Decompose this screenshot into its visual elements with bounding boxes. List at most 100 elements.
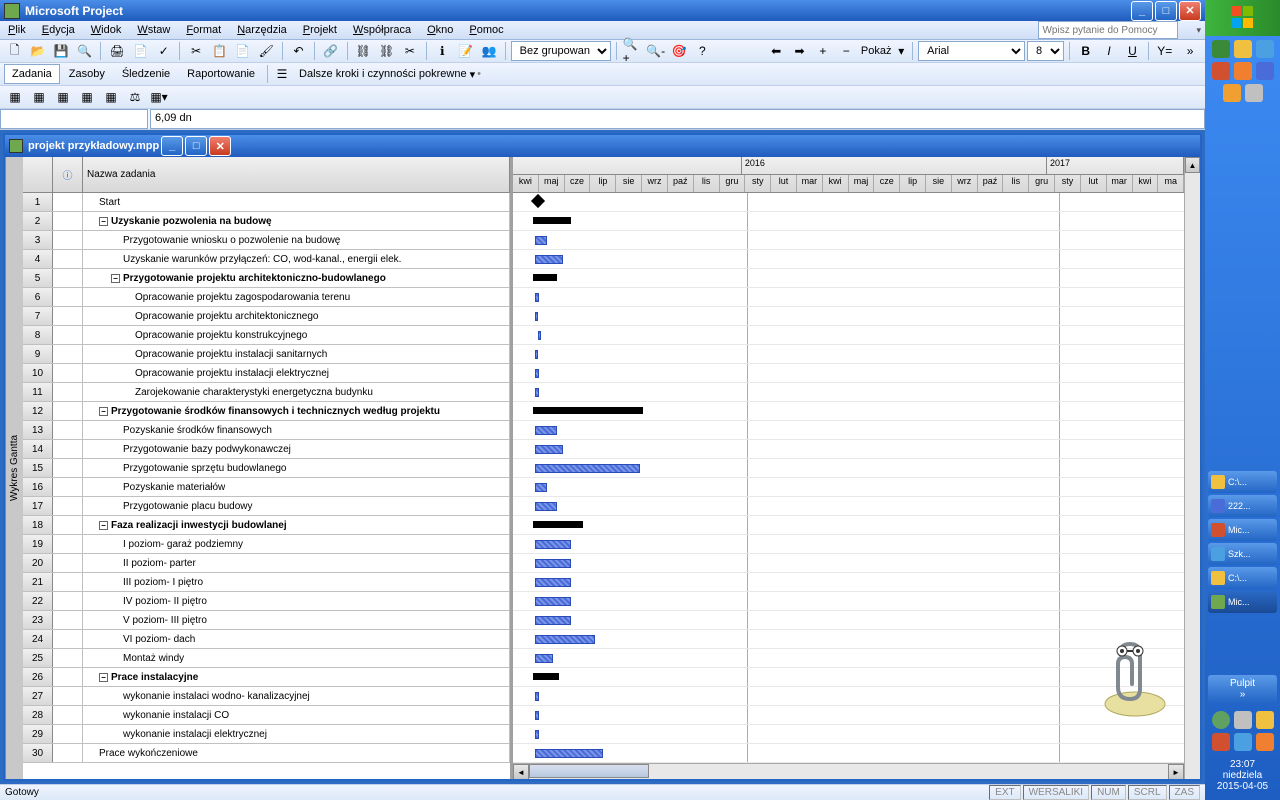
help-button[interactable]: ? — [692, 40, 713, 62]
indicator-cell[interactable] — [53, 231, 83, 249]
indicator-cell[interactable] — [53, 554, 83, 572]
table-row[interactable]: 9Opracowanie projektu instalacji sanitar… — [23, 345, 510, 364]
hide-subtasks-button[interactable]: − — [836, 40, 857, 62]
table-row[interactable]: 21III poziom- I piętro — [23, 573, 510, 592]
gantt-row[interactable] — [513, 744, 1184, 763]
header-indicator[interactable]: ⓘ — [53, 157, 83, 192]
gantt-row[interactable] — [513, 364, 1184, 383]
gantt-task-bar[interactable] — [535, 692, 539, 701]
gantt-row[interactable] — [513, 421, 1184, 440]
timescale-month[interactable]: lip — [900, 175, 926, 192]
task-name-cell[interactable]: wykonanie instalacji CO — [83, 706, 510, 724]
task-name-cell[interactable]: II poziom- parter — [83, 554, 510, 572]
doc-close-button[interactable]: ✕ — [209, 136, 231, 156]
timescale-month[interactable]: ma — [1158, 175, 1184, 192]
menu-narzędzia[interactable]: Narzędzia — [229, 21, 295, 39]
gantt-summary-bar[interactable] — [533, 217, 571, 224]
scroll-left-arrow[interactable]: ◄ — [513, 764, 529, 779]
task-name-cell[interactable]: Pozyskanie środków finansowych — [83, 421, 510, 439]
paste-button[interactable]: 📄 — [232, 40, 253, 62]
gantt-row[interactable] — [513, 725, 1184, 744]
outline-toggle-icon[interactable]: − — [99, 673, 108, 682]
link-tasks-button[interactable]: ⛓ — [353, 40, 374, 62]
taskbar-button[interactable]: C:\... — [1208, 471, 1277, 493]
row-number[interactable]: 20 — [23, 554, 53, 572]
outdent-button[interactable]: ⬅ — [765, 40, 786, 62]
gantt-task-bar[interactable] — [535, 597, 571, 606]
menu-współpraca[interactable]: Współpraca — [345, 21, 419, 39]
header-taskname[interactable]: Nazwa zadania — [83, 157, 510, 192]
timescale-year[interactable]: 2017 — [1047, 157, 1184, 174]
goto-task-button[interactable]: 🎯 — [668, 40, 689, 62]
table-row[interactable]: 26−Prace instalacyjne — [23, 668, 510, 687]
quicklaunch-icon[interactable] — [1212, 62, 1230, 80]
gantt-task-bar[interactable] — [535, 635, 595, 644]
table-row[interactable]: 16Pozyskanie materiałów — [23, 478, 510, 497]
office-assistant[interactable] — [1090, 639, 1170, 719]
help-search-input[interactable] — [1038, 21, 1178, 39]
gantt-row[interactable] — [513, 383, 1184, 402]
row-number[interactable]: 24 — [23, 630, 53, 648]
gantt-view-icon[interactable]: ▦ — [4, 86, 26, 108]
indicator-cell[interactable] — [53, 307, 83, 325]
bold-button[interactable]: B — [1075, 40, 1096, 62]
indicator-cell[interactable] — [53, 402, 83, 420]
gantt-row[interactable] — [513, 592, 1184, 611]
grouping-combo[interactable]: Bez grupowania — [511, 41, 611, 61]
indicator-cell[interactable] — [53, 611, 83, 629]
quicklaunch-icon[interactable] — [1234, 40, 1252, 58]
network-view-icon[interactable]: ▦ — [52, 86, 74, 108]
doc-minimize-button[interactable]: _ — [161, 136, 183, 156]
gantt-task-bar[interactable] — [535, 559, 571, 568]
task-name-cell[interactable]: Start — [83, 193, 510, 211]
menu-edycja[interactable]: Edycja — [34, 21, 83, 39]
gantt-task-bar[interactable] — [535, 730, 539, 739]
row-number[interactable]: 16 — [23, 478, 53, 496]
task-name-cell[interactable]: VI poziom- dach — [83, 630, 510, 648]
indicator-cell[interactable] — [53, 744, 83, 762]
table-row[interactable]: 17Przygotowanie placu budowy — [23, 497, 510, 516]
indicator-cell[interactable] — [53, 573, 83, 591]
indicator-cell[interactable] — [53, 364, 83, 382]
table-row[interactable]: 18−Faza realizacji inwestycji budowlanej — [23, 516, 510, 535]
preview-button[interactable]: 📄 — [130, 40, 151, 62]
cut-button[interactable]: ✂ — [185, 40, 206, 62]
split-task-button[interactable]: ✂ — [399, 40, 420, 62]
gantt-row[interactable] — [513, 516, 1184, 535]
tab-tracking[interactable]: Śledzenie — [114, 64, 178, 84]
timescale-month[interactable]: gru — [720, 175, 746, 192]
gantt-summary-bar[interactable] — [533, 673, 559, 680]
gantt-task-bar[interactable] — [535, 578, 571, 587]
timescale-month[interactable]: maj — [539, 175, 565, 192]
row-number[interactable]: 8 — [23, 326, 53, 344]
systray-icon[interactable] — [1212, 711, 1230, 729]
timescale-year[interactable] — [513, 157, 742, 174]
menu-plik[interactable]: Plik — [0, 21, 34, 39]
outline-toggle-icon[interactable]: − — [111, 274, 120, 283]
start-button[interactable] — [1205, 0, 1280, 36]
task-name-cell[interactable]: Przygotowanie wniosku o pozwolenie na bu… — [83, 231, 510, 249]
spellcheck-button[interactable]: ✓ — [153, 40, 174, 62]
table-row[interactable]: 23V poziom- III piętro — [23, 611, 510, 630]
copy-button[interactable]: 📋 — [209, 40, 230, 62]
gantt-task-bar[interactable] — [535, 426, 557, 435]
row-number[interactable]: 17 — [23, 497, 53, 515]
taskbar-button[interactable]: Mic... — [1208, 519, 1277, 541]
gantt-row[interactable] — [513, 630, 1184, 649]
indicator-cell[interactable] — [53, 288, 83, 306]
gantt-task-bar[interactable] — [535, 616, 571, 625]
timescale-month[interactable]: cze — [565, 175, 591, 192]
task-name-cell[interactable]: Montaż windy — [83, 649, 510, 667]
gantt-row[interactable] — [513, 649, 1184, 668]
task-name-cell[interactable]: Zarojekowanie charakterystyki energetycz… — [83, 383, 510, 401]
new-button[interactable]: 🗋 — [4, 40, 25, 62]
show-desktop-button[interactable]: Pulpit» — [1208, 675, 1277, 703]
quicklaunch-icon[interactable] — [1223, 84, 1241, 102]
task-name-cell[interactable]: −Uzyskanie pozwolenia na budowę — [83, 212, 510, 230]
table-row[interactable]: 29wykonanie instalacji elektrycznej — [23, 725, 510, 744]
indicator-cell[interactable] — [53, 421, 83, 439]
underline-button[interactable]: U — [1122, 40, 1143, 62]
timescale-month[interactable]: wrz — [642, 175, 668, 192]
task-name-cell[interactable]: IV poziom- II piętro — [83, 592, 510, 610]
gantt-row[interactable] — [513, 307, 1184, 326]
